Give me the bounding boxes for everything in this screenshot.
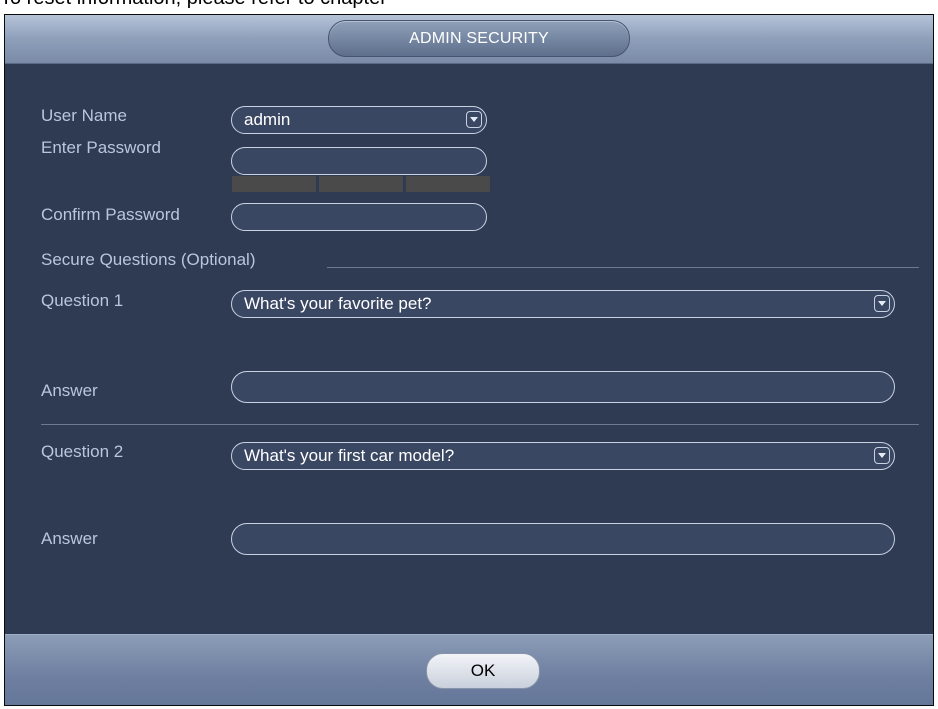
dialog-titlebar: ADMIN SECURITY bbox=[5, 15, 933, 64]
dialog-footer: OK bbox=[5, 634, 933, 705]
answer1-label: Answer bbox=[41, 381, 98, 400]
answer1-field[interactable] bbox=[231, 371, 895, 403]
username-value: admin bbox=[244, 110, 291, 129]
password-strength-segment-3 bbox=[406, 176, 490, 192]
question1-label: Question 1 bbox=[41, 291, 124, 310]
confirm-password-field[interactable] bbox=[231, 203, 487, 231]
answer2-label: Answer bbox=[41, 529, 98, 548]
question2-select[interactable]: What's your first car model? bbox=[231, 442, 895, 470]
dialog-body: User Name admin Enter Password Confirm P… bbox=[5, 64, 933, 636]
confirm-password-label: Confirm Password bbox=[41, 205, 180, 224]
username-label: User Name bbox=[41, 106, 127, 125]
background-document-text: To reset information, please refer to ch… bbox=[0, 0, 387, 10]
question2-value: What's your first car model? bbox=[244, 446, 455, 465]
enter-password-field[interactable] bbox=[231, 147, 487, 175]
secure-questions-heading: Secure Questions (Optional) bbox=[41, 250, 256, 269]
username-select[interactable]: admin bbox=[231, 106, 487, 134]
ok-button[interactable]: OK bbox=[426, 653, 540, 689]
chevron-down-icon[interactable] bbox=[466, 111, 482, 128]
admin-security-dialog: ADMIN SECURITY User Name admin Enter Pas… bbox=[4, 14, 934, 706]
question-divider bbox=[41, 424, 919, 425]
answer2-field[interactable] bbox=[231, 523, 895, 555]
question1-select[interactable]: What's your favorite pet? bbox=[231, 290, 895, 318]
chevron-down-icon[interactable] bbox=[874, 295, 890, 312]
chevron-down-icon[interactable] bbox=[874, 447, 890, 464]
password-strength-segment-2 bbox=[319, 176, 403, 192]
section-divider bbox=[327, 267, 919, 268]
password-strength-segment-1 bbox=[232, 176, 316, 192]
dialog-title: ADMIN SECURITY bbox=[328, 20, 630, 57]
question1-value: What's your favorite pet? bbox=[244, 294, 432, 313]
question2-label: Question 2 bbox=[41, 442, 124, 461]
enter-password-label: Enter Password bbox=[41, 138, 161, 157]
